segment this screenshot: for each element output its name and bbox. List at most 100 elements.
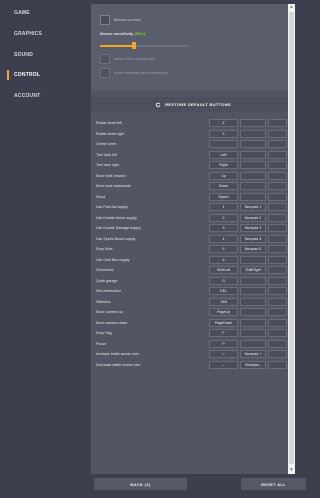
key-binding-row: Move tank backwards Down	[91, 181, 287, 191]
primary-key-button[interactable]: PageDown	[209, 318, 238, 327]
scroll-thumb[interactable]	[289, 12, 294, 464]
tertiary-key-button[interactable]	[268, 308, 287, 316]
nav-item-game[interactable]: GAME	[0, 5, 88, 21]
secondary-key-button[interactable]	[240, 318, 266, 327]
tertiary-key-button[interactable]	[268, 350, 287, 358]
primary-key-button[interactable]: 4	[209, 234, 238, 243]
tertiary-key-button[interactable]	[268, 287, 287, 295]
primary-key-button[interactable]: Right	[209, 161, 238, 169]
tertiary-key-button[interactable]	[268, 266, 287, 274]
primary-key-button[interactable]: F	[209, 329, 238, 337]
secondary-key-button[interactable]	[240, 339, 266, 348]
primary-key-button[interactable]: X	[209, 129, 238, 138]
tertiary-key-button[interactable]	[268, 360, 287, 369]
tertiary-key-button[interactable]	[268, 171, 287, 180]
tertiary-key-button[interactable]	[268, 318, 287, 327]
primary-key-button[interactable]: Down	[209, 182, 238, 190]
primary-key-button[interactable]: 1	[209, 203, 238, 211]
invert-steering-checkbox[interactable]	[100, 67, 110, 78]
tertiary-key-button[interactable]	[268, 245, 287, 253]
nav-item-label: GAME	[14, 10, 30, 16]
back-button[interactable]: BACK (Z)	[94, 478, 187, 490]
tertiary-key-button[interactable]	[268, 161, 287, 169]
secondary-key-button[interactable]	[240, 140, 266, 148]
tertiary-key-button[interactable]	[268, 129, 287, 138]
secondary-key-button[interactable]	[240, 119, 266, 127]
tertiary-key-button[interactable]	[268, 203, 287, 211]
tertiary-key-button[interactable]	[268, 329, 287, 337]
secondary-key-button[interactable]	[240, 255, 266, 264]
secondary-key-button[interactable]: Numpad 3	[240, 224, 266, 232]
nav-item-account[interactable]: ACCOUNT	[0, 88, 88, 104]
secondary-key-button[interactable]	[240, 171, 266, 180]
primary-key-button[interactable]: 3	[209, 224, 238, 232]
primary-key-button[interactable]: TAB	[209, 297, 238, 306]
secondary-key-button[interactable]: Numpad 1	[240, 203, 266, 211]
secondary-key-button[interactable]	[240, 150, 266, 159]
primary-key-button[interactable]	[209, 140, 238, 148]
primary-key-button[interactable]: ShiftLeft	[209, 266, 238, 274]
primary-key-button[interactable]: 5	[209, 245, 238, 253]
nav-item-sound[interactable]: SOUND	[0, 47, 88, 63]
invert-shift-checkbox[interactable]	[100, 53, 110, 64]
secondary-key-button[interactable]	[240, 308, 266, 316]
secondary-key-button[interactable]: ShiftRight	[240, 266, 266, 274]
tertiary-key-button[interactable]	[268, 276, 287, 285]
nav-item-control[interactable]: CONTROL	[0, 67, 88, 83]
tertiary-key-button[interactable]	[268, 339, 287, 348]
mouse-sensitivity-slider[interactable]	[100, 42, 189, 49]
primary-key-button[interactable]: Left	[209, 150, 238, 159]
tertiary-key-button[interactable]	[268, 150, 287, 159]
primary-key-button[interactable]: PageUp	[209, 308, 238, 316]
secondary-key-button[interactable]	[240, 192, 266, 201]
primary-key-button[interactable]: 2	[209, 213, 238, 222]
secondary-key-button[interactable]	[240, 276, 266, 285]
restore-default-buttons-button[interactable]: RESTORE DEFAULT BUTTONS	[91, 97, 295, 112]
settings-sidebar: GAME GRAPHICS SOUND CONTROL ACCOUNT	[0, 0, 88, 498]
tertiary-key-button[interactable]	[268, 213, 287, 222]
tertiary-key-button[interactable]	[268, 192, 287, 201]
secondary-key-button[interactable]: Numpad 4	[240, 234, 266, 243]
scroll-down-arrow-icon[interactable]: ▼	[288, 467, 295, 474]
mouse-controls-checkbox[interactable]	[100, 14, 110, 25]
mouse-controls-row[interactable]: Mouse controls	[100, 14, 141, 25]
secondary-key-button[interactable]	[240, 287, 266, 295]
secondary-key-button[interactable]: Numpad 2	[240, 213, 266, 222]
secondary-key-button[interactable]: Numpad +	[240, 350, 266, 358]
primary-key-button[interactable]: 6	[209, 255, 238, 264]
secondary-key-button[interactable]	[240, 129, 266, 138]
secondary-key-button[interactable]	[240, 329, 266, 337]
tertiary-key-button[interactable]	[268, 119, 287, 127]
invert-shift-row[interactable]: Invert Shift vertical axis	[100, 53, 155, 64]
primary-key-button[interactable]: –	[209, 360, 238, 369]
tertiary-key-button[interactable]	[268, 234, 287, 243]
secondary-key-button[interactable]	[240, 297, 266, 306]
primary-key-button[interactable]: Up	[209, 171, 238, 180]
binding-action-label: Use First Aid supply	[96, 205, 128, 209]
key-binding-row: Drop Flag F	[91, 328, 287, 338]
tertiary-key-button[interactable]	[268, 297, 287, 306]
tertiary-key-button[interactable]	[268, 255, 287, 264]
tertiary-key-button[interactable]	[268, 182, 287, 190]
secondary-key-button[interactable]	[240, 161, 266, 169]
scrollbar[interactable]: ▲ ▼	[288, 4, 295, 474]
primary-key-button[interactable]: DEL	[209, 287, 238, 295]
primary-key-button[interactable]: Z	[209, 119, 238, 127]
binding-action-label: Center turret	[96, 142, 117, 146]
invert-steering-row[interactable]: Invert steering when reversing	[100, 67, 168, 78]
scroll-up-arrow-icon[interactable]: ▲	[288, 4, 295, 11]
primary-key-button[interactable]: P	[209, 339, 238, 348]
secondary-key-button[interactable]	[240, 182, 266, 190]
primary-key-button[interactable]: G	[209, 276, 238, 285]
primary-key-button[interactable]: Space	[209, 192, 238, 201]
reset-all-button[interactable]: RESET ALL	[241, 478, 306, 490]
slider-handle[interactable]	[131, 42, 136, 49]
tertiary-key-button[interactable]	[268, 140, 287, 148]
primary-key-button[interactable]: =	[209, 350, 238, 358]
secondary-key-button[interactable]: Numpad 5	[240, 245, 266, 253]
tertiary-key-button[interactable]	[268, 224, 287, 232]
refresh-icon	[155, 102, 161, 107]
nav-item-graphics[interactable]: GRAPHICS	[0, 26, 88, 42]
secondary-key-button[interactable]: Numpad -	[240, 360, 266, 369]
binding-action-label: Shoot	[96, 194, 106, 199]
